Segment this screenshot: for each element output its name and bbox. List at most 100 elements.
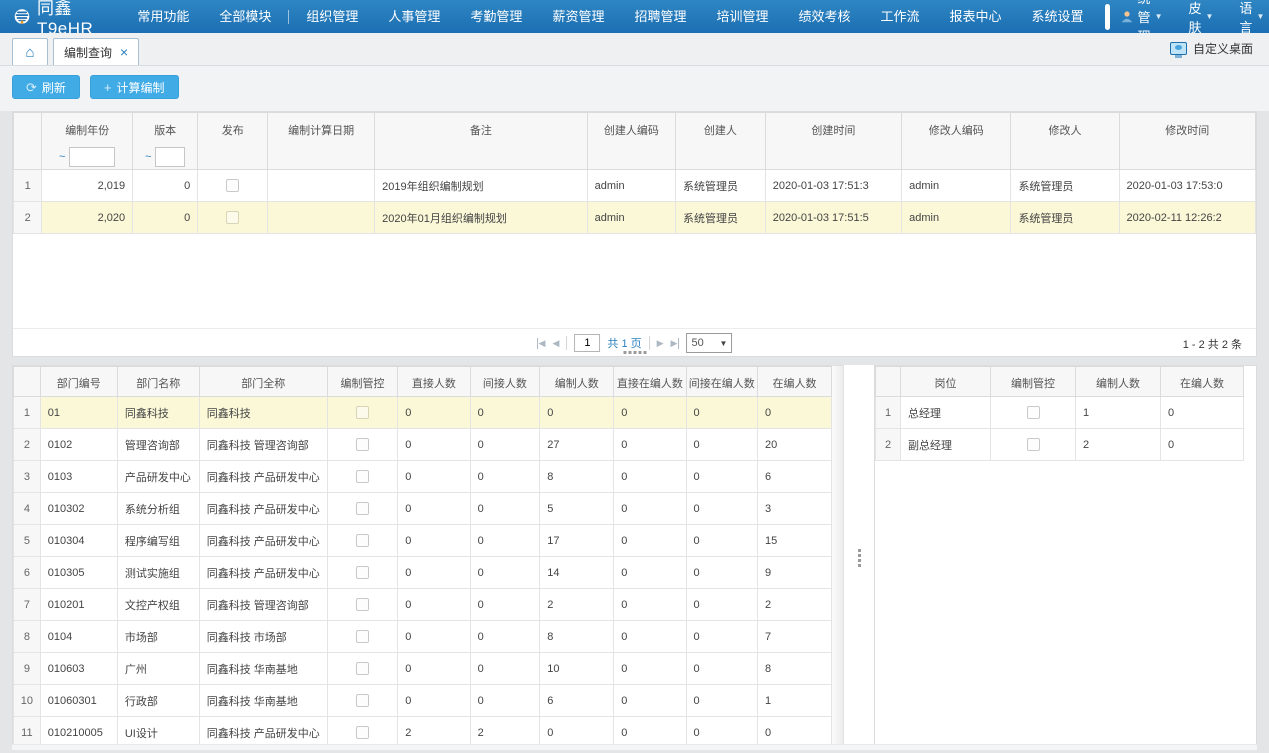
skin-menu[interactable]: 皮肤 ▼: [1178, 0, 1223, 36]
quota-control-checkbox[interactable]: [356, 566, 369, 579]
quota-control-checkbox[interactable]: [356, 406, 369, 419]
dept-row[interactable]: 1 01 同鑫科技 同鑫科技 0 0 0 0 0 0: [14, 397, 832, 429]
tab-bianzhi-query[interactable]: 编制查询 ×: [53, 38, 139, 65]
modifier-cell: 系统管理员: [1011, 202, 1119, 234]
quota-control-checkbox[interactable]: [1027, 406, 1040, 419]
calculate-establishment-button[interactable]: + 计算编制: [90, 75, 179, 99]
dept-name-cell: 管理咨询部: [117, 429, 199, 461]
quota-control-checkbox[interactable]: [356, 726, 369, 739]
last-page-button[interactable]: ▶: [671, 338, 680, 349]
quota-control-checkbox[interactable]: [356, 630, 369, 643]
quota-control-checkbox[interactable]: [356, 598, 369, 611]
row-number-cell: 9: [14, 653, 41, 685]
nav-item-attendance[interactable]: 考勤管理: [455, 0, 537, 33]
quota-control-checkbox[interactable]: [1027, 438, 1040, 451]
row-number-cell: 1: [876, 397, 901, 429]
version-filter-input[interactable]: [155, 147, 185, 167]
publish-checkbox[interactable]: [226, 179, 239, 192]
quota-control-checkbox[interactable]: [356, 502, 369, 515]
vertical-splitter-grip[interactable]: [858, 549, 861, 567]
row-number-cell: 6: [14, 557, 41, 589]
col-quota-control: 编制管控: [991, 367, 1076, 397]
nav-item-recruit[interactable]: 招聘管理: [619, 0, 701, 33]
nav-item-training[interactable]: 培训管理: [701, 0, 783, 33]
chevron-down-icon: ▼: [1256, 12, 1264, 21]
dept-row[interactable]: 3 0103 产品研发中心 同鑫科技 产品研发中心 0 0 8 0 0 6: [14, 461, 832, 493]
year-filter-input[interactable]: [69, 147, 115, 167]
close-tab-icon[interactable]: ×: [120, 45, 128, 59]
row-number-cell: 3: [14, 461, 41, 493]
quota-control-checkbox[interactable]: [356, 438, 369, 451]
nav-item-common[interactable]: 常用功能: [122, 0, 204, 33]
page-size-select[interactable]: 50 ▼: [686, 333, 732, 353]
quota-control-checkbox[interactable]: [356, 470, 369, 483]
row-number-cell: 10: [14, 685, 41, 717]
creator-cell: 系统管理员: [676, 202, 766, 234]
indirect-count-cell: 0: [470, 685, 540, 717]
dept-row[interactable]: 8 0104 市场部 同鑫科技 市场部 0 0 8 0 0 7: [14, 621, 832, 653]
refresh-icon: ⟳: [26, 81, 37, 94]
nav-item-settings[interactable]: 系统设置: [1017, 0, 1099, 33]
panel-splitter[interactable]: [844, 365, 874, 750]
next-page-button[interactable]: ▶: [657, 338, 664, 349]
language-menu[interactable]: 语言 ▼: [1229, 0, 1269, 36]
modify-time-cell: 2020-01-03 17:53:0: [1119, 170, 1255, 202]
publish-checkbox[interactable]: [226, 211, 239, 224]
bottom-scroll-strip[interactable]: [12, 744, 1257, 750]
page-number-input[interactable]: [574, 334, 600, 352]
direct-onboard-cell: 0: [614, 589, 686, 621]
dept-row[interactable]: 4 010302 系统分析组 同鑫科技 产品研发中心 0 0 5 0 0 3: [14, 493, 832, 525]
plan-header-row: 编制年份 ~ 版本 ~ 发布 编制计算日期 备注 创建人编码: [14, 113, 1256, 170]
plan-table: 编制年份 ~ 版本 ~ 发布 编制计算日期 备注 创建人编码: [13, 112, 1256, 234]
dept-fullname-cell: 同鑫科技 产品研发中心: [199, 461, 327, 493]
dept-table-scrollbar[interactable]: [832, 365, 844, 750]
quota-control-checkbox[interactable]: [356, 662, 369, 675]
customize-desktop-button[interactable]: 自定义桌面: [1170, 40, 1253, 57]
dept-name-cell: 市场部: [117, 621, 199, 653]
dept-code-cell: 0103: [40, 461, 117, 493]
language-label: 语言: [1239, 0, 1252, 36]
home-tab[interactable]: ⌂: [12, 38, 48, 65]
nav-item-workflow[interactable]: 工作流: [866, 0, 935, 33]
post-row[interactable]: 1 总经理 1 0: [876, 397, 1244, 429]
quota-control-checkbox[interactable]: [356, 534, 369, 547]
plan-row[interactable]: 2 2,020 0 2020年01月组织编制规划 admin 系统管理员 202…: [14, 202, 1256, 234]
nav-item-reports[interactable]: 报表中心: [935, 0, 1017, 33]
nav-item-all-modules[interactable]: 全部模块: [204, 0, 286, 33]
col-calc-date: 编制计算日期: [268, 113, 375, 170]
customize-desktop-label: 自定义桌面: [1193, 40, 1253, 57]
col-quota-count: 编制人数: [540, 367, 614, 397]
version-cell: 0: [133, 202, 198, 234]
nav-item-hr[interactable]: 人事管理: [373, 0, 455, 33]
dept-code-cell: 010302: [40, 493, 117, 525]
dept-row[interactable]: 7 010201 文控产权组 同鑫科技 管理咨询部 0 0 2 0 0 2: [14, 589, 832, 621]
col-indirect-count: 间接人数: [470, 367, 540, 397]
nav-item-performance[interactable]: 绩效考核: [783, 0, 865, 33]
first-page-button[interactable]: ◀: [537, 338, 546, 349]
tilde-label: ~: [145, 151, 151, 163]
row-number-cell: 4: [14, 493, 41, 525]
direct-count-cell: 0: [398, 685, 470, 717]
plan-row[interactable]: 1 2,019 0 2019年组织编制规划 admin 系统管理员 2020-0…: [14, 170, 1256, 202]
direct-count-cell: 0: [398, 653, 470, 685]
user-icon: [1120, 10, 1134, 24]
dept-row[interactable]: 2 0102 管理咨询部 同鑫科技 管理咨询部 0 0 27 0 0 20: [14, 429, 832, 461]
col-publish: 发布: [198, 113, 268, 170]
direct-count-cell: 0: [398, 493, 470, 525]
dept-row[interactable]: 5 010304 程序编写组 同鑫科技 产品研发中心 0 0 17 0 0 15: [14, 525, 832, 557]
dept-fullname-cell: 同鑫科技 华南基地: [199, 653, 327, 685]
dept-row[interactable]: 10 01060301 行政部 同鑫科技 华南基地 0 0 6 0 0 1: [14, 685, 832, 717]
nav-item-org[interactable]: 组织管理: [291, 0, 373, 33]
refresh-button[interactable]: ⟳ 刷新: [12, 75, 80, 99]
dept-row[interactable]: 6 010305 测试实施组 同鑫科技 产品研发中心 0 0 14 0 0 9: [14, 557, 832, 589]
post-row[interactable]: 2 副总经理 2 0: [876, 429, 1244, 461]
dept-name-cell: 程序编写组: [117, 525, 199, 557]
quota-control-checkbox[interactable]: [356, 694, 369, 707]
nav-item-salary[interactable]: 薪资管理: [537, 0, 619, 33]
prev-page-button[interactable]: ◀: [552, 338, 559, 349]
dept-row[interactable]: 9 010603 广州 同鑫科技 华南基地 0 0 10 0 0 8: [14, 653, 832, 685]
quota-count-cell: 8: [540, 621, 614, 653]
indirect-onboard-cell: 0: [686, 621, 757, 653]
horizontal-splitter-grip[interactable]: [623, 351, 646, 354]
calc-date-cell: [268, 202, 375, 234]
